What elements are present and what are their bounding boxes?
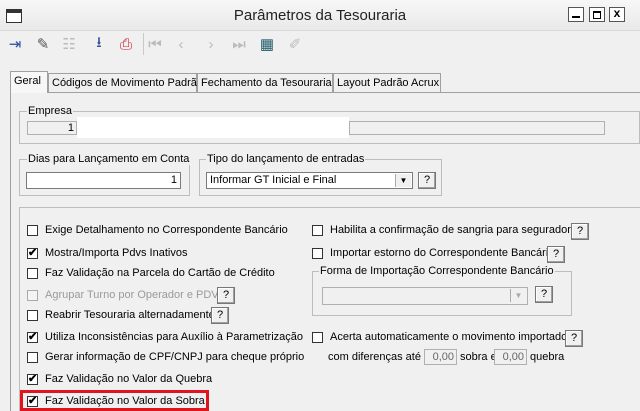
checkbox[interactable] [312,224,323,236]
check-agrupar-turno: Agrupar Turno por Operador e PDV [27,287,219,303]
title-bar: Parâmetros da Tesouraria x [0,0,640,31]
checkbox[interactable] [312,247,323,259]
chevron-down-icon: ▼ [510,289,526,302]
check-importar-estorno[interactable]: Importar estorno do Correspondente Bancá… [312,245,554,261]
acerta-help-button[interactable]: ? [565,330,583,347]
checkbox[interactable]: ✔ [27,247,38,259]
checkbox [27,289,38,301]
dias-input[interactable]: 1 [26,172,181,189]
empresa-label: Empresa [27,105,74,117]
tab-layout-acrux[interactable]: Layout Padrão Acrux [333,73,441,92]
quebra-label: quebra [530,351,565,363]
check-valor-quebra[interactable]: ✔ Faz Validação no Valor da Quebra [27,371,212,387]
checkbox[interactable] [312,331,323,343]
next-icon[interactable]: › [200,33,222,55]
window-title: Parâmetros da Tesouraria [233,7,407,24]
close-button[interactable]: x [609,6,625,22]
check-validacao-parcela[interactable]: Faz Validação na Parcela do Cartão de Cr… [27,265,275,281]
close-icon: x [613,6,621,20]
eraser-icon[interactable]: ✎ [32,33,54,55]
tipo-label: Tipo do lançamento de entradas [206,153,366,165]
tab-codigos-movimento[interactable]: Códigos de Movimento Padrão [48,73,203,92]
tab-geral[interactable]: Geral [10,71,48,93]
checkbox[interactable] [27,351,38,363]
dias-label: Dias para Lançamento em Conta [27,153,191,165]
forma-importacao-label: Forma de Importação Correspondente Bancá… [319,265,555,277]
chevron-down-icon[interactable]: ▼ [395,174,411,187]
check-inconsistencias[interactable]: ✔ Utiliza Inconsistências para Auxílio à … [27,329,303,345]
estorno-help-button[interactable]: ? [547,246,565,263]
tree-icon[interactable]: ☷ [58,33,80,55]
print-icon[interactable]: ⎙ [115,33,137,55]
sangria-help-button[interactable]: ? [571,223,589,240]
last-icon[interactable]: ⏭ [228,33,250,55]
quebra-input[interactable]: 0,00 [494,349,527,365]
checkbox[interactable] [27,224,38,236]
tipo-select-value: Informar GT Inicial e Final [210,174,337,186]
minimize-button[interactable] [568,7,584,22]
check-acerta-automaticamente[interactable]: Acerta automaticamente o movimento impor… [312,329,567,345]
empresa-name-field [349,121,605,135]
prev-icon[interactable]: ‹ [170,33,192,55]
toolbar: ⇥ ✎ ☷ ⭳ ⎙ ⏮ ‹ › ⏭ ▦ ✐ [0,31,640,59]
check-mostra-pdvs[interactable]: ✔ Mostra/Importa Pdvs Inativos [27,245,187,261]
forma-importacao-select: ▼ [322,287,528,305]
reabrir-help-button[interactable]: ? [211,307,229,324]
tab-fechamento[interactable]: Fechamento da Tesouraria [197,73,333,92]
edit-icon[interactable]: ✐ [284,33,306,55]
exit-icon[interactable]: ⇥ [4,33,26,55]
first-icon[interactable]: ⏮ [143,33,166,55]
maximize-button[interactable] [589,7,605,22]
empresa-name-redacted [77,117,349,138]
check-exige-detalhamento[interactable]: Exige Detalhamento no Correspondente Ban… [27,222,288,238]
check-habilita-sangria[interactable]: Habilita a confirmação de sangria para s… [312,222,577,238]
check-reabrir-tesouraria[interactable]: Reabrir Tesouraria alternadamente [27,307,215,323]
sobra-label: sobra e [460,351,497,363]
highlight-box [20,390,209,411]
forma-help-button[interactable]: ? [535,286,553,303]
checkbox[interactable]: ✔ [27,331,38,343]
acerta-prefix-label: com diferenças até [328,351,421,363]
sobra-input[interactable]: 0,00 [424,349,457,365]
tipo-select[interactable]: Informar GT Inicial e Final ▼ [206,172,413,189]
tipo-help-button[interactable]: ? [418,172,436,189]
check-cpf-cnpj[interactable]: Gerar informação de CPF/CNPJ para cheque… [27,349,304,365]
save-icon[interactable]: ⭳ [88,33,110,55]
checkbox[interactable] [27,267,38,279]
grid-icon[interactable]: ▦ [256,33,278,55]
checkbox[interactable] [27,309,38,321]
empresa-code-field: 1 [27,121,77,135]
agrupar-help-button[interactable]: ? [217,287,235,304]
checkbox[interactable]: ✔ [27,373,38,385]
